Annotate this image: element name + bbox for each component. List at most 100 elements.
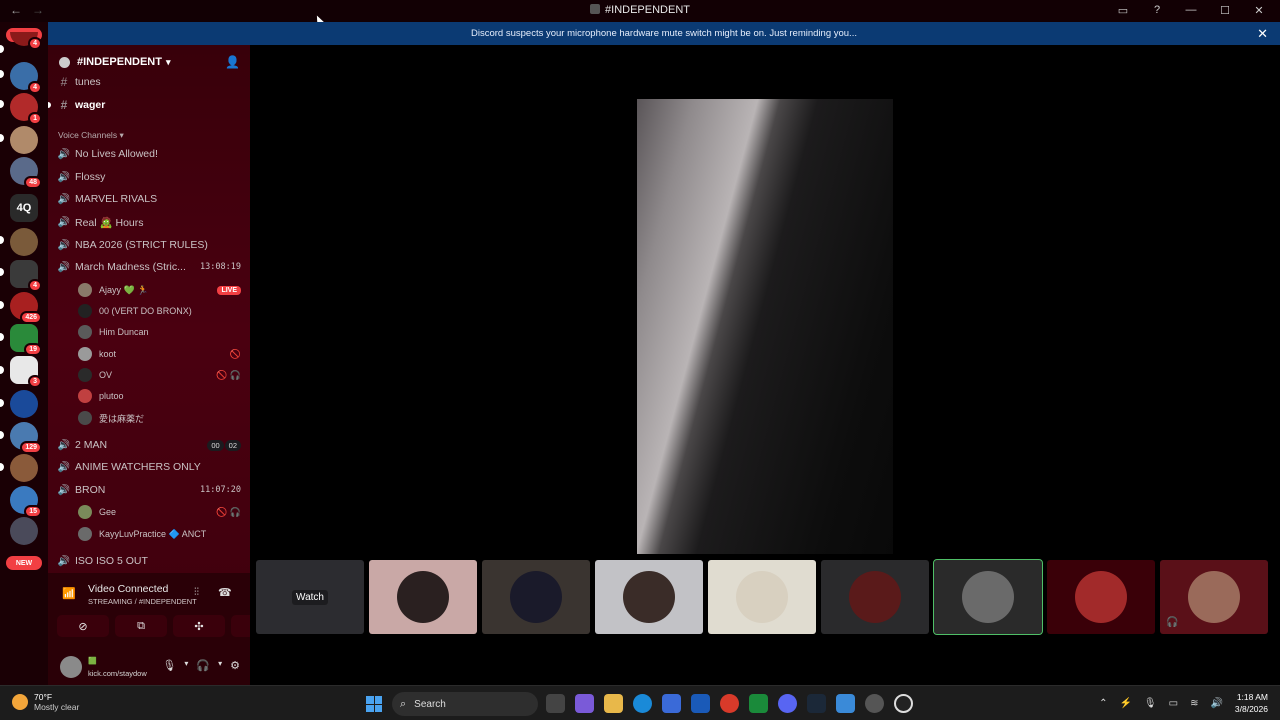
photos-icon[interactable] [836,694,855,713]
voice-user[interactable]: 愛は麻薬だ [78,408,243,428]
voice-channel[interactable]: 🔊 ANIME WATCHERS ONLY [57,457,243,477]
server-icon-8[interactable]: 426 [10,292,42,324]
voice-channel[interactable]: 🔊 NBA 2026 (STRICT RULES) [57,235,243,255]
avatar[interactable] [60,656,82,678]
participant-tile-watch[interactable]: Watch [256,560,364,634]
copilot-icon[interactable] [575,694,594,713]
camera-off-button[interactable]: ⊘ [57,615,109,637]
invite-people-icon[interactable]: 👤 [225,55,240,69]
voice-channel[interactable]: 🔊 No Lives Allowed! [57,144,243,164]
voice-user[interactable]: 00 (VERT DO BRONX) [78,301,243,321]
participant-tile[interactable] [708,560,816,634]
inbox-icon[interactable]: ▭ [1116,3,1130,17]
watch-button[interactable]: Watch [292,589,328,605]
speaker-icon: 🔊 [57,261,71,273]
microphone-icon[interactable]: 🎙 [1144,698,1157,709]
server-icon-9[interactable]: 19 [10,324,42,356]
server-icon-5[interactable]: 48 [10,157,42,189]
app-icon[interactable] [865,694,884,713]
disconnect-icon[interactable]: ☎ [218,586,232,599]
microphone-icon[interactable]: 🎙 [162,659,176,672]
voice-category-header[interactable]: Voice Channels ▾ [58,130,124,141]
server-icon-11[interactable] [10,390,38,418]
display-icon[interactable]: ▭ [1169,698,1178,709]
voice-user[interactable]: plutoo [78,386,243,406]
file-explorer-icon[interactable] [604,694,623,713]
voice-channel-bron[interactable]: 🔊 BRON 11:07:20 [57,480,243,500]
server-icon-2[interactable]: 4 [10,62,42,94]
channel-name: ISO ISO 5 OUT [75,555,148,567]
voice-user[interactable]: OV 🚫 🎧 [78,365,243,385]
server-icon-6[interactable] [10,228,38,256]
noise-suppression-icon[interactable]: ⫶⫶ [194,587,199,598]
new-unreads-pill-bottom[interactable]: NEW [6,556,42,570]
text-channel-tunes[interactable]: # tunes [57,72,243,92]
taskbar-search[interactable]: ⌕ Search [392,692,538,716]
participant-tile[interactable] [369,560,477,634]
muted-icon: 🚫 [229,348,241,359]
focused-video-stream[interactable] [637,99,893,554]
unread-pip [0,236,4,244]
task-view-icon[interactable] [546,694,565,713]
minimize-button[interactable]: — [1184,3,1198,17]
server-icon-10[interactable]: 3 [10,356,42,388]
server-icon-7[interactable]: 4 [10,260,42,292]
chevron-down-icon[interactable]: ▾ [184,659,188,672]
discord-icon[interactable] [778,694,797,713]
voice-channel-march-madness[interactable]: 🔊 March Madness (Stric... 13:08:19 [57,257,243,277]
voice-channel[interactable]: 🔊 Real 🧟 Hours [57,212,243,232]
server-icon-4q[interactable]: 4Q [10,194,38,222]
participant-tile[interactable] [1047,560,1155,634]
voice-channel[interactable]: 🔊 Flossy [57,167,243,187]
unread-pip [0,301,4,309]
server-icon-15[interactable] [10,517,38,545]
app-icon[interactable] [894,694,913,713]
chevron-down-icon: ▾ [165,56,171,67]
server-icon-4[interactable] [10,126,38,154]
participant-tile[interactable] [482,560,590,634]
wifi-icon[interactable]: ≋ [1190,698,1198,709]
volume-icon[interactable]: 🔊 [1210,698,1222,709]
weather-widget[interactable]: 70°F Mostly clear [12,692,79,712]
participant-tile-speaking[interactable] [933,559,1043,635]
outlook-icon[interactable] [691,694,710,713]
gear-icon[interactable]: ⚙ [230,659,240,672]
server-icon-3[interactable]: 1 [10,93,42,125]
app-icon[interactable] [749,694,768,713]
notice-close-button[interactable]: ✕ [1257,26,1268,42]
help-icon[interactable]: ? [1150,3,1164,17]
network-icon[interactable]: ⚡ [1119,698,1131,709]
voice-channel[interactable]: 🔊 ISO ISO 5 OUT [57,551,243,571]
server-icon-14[interactable]: 15 [10,486,42,518]
participant-tile[interactable] [821,560,929,634]
voice-user[interactable]: koot 🚫 [78,344,243,364]
chrome-icon[interactable] [720,694,739,713]
voice-channel-2-man[interactable]: 🔊 2 MAN 00 02 [57,435,243,455]
text-channel-wager[interactable]: # wager [57,95,243,115]
headphones-icon[interactable]: 🎧 [196,659,210,672]
voice-status[interactable]: Video Connected [88,583,168,595]
participant-tile[interactable]: 🎧 [1160,560,1268,634]
start-button[interactable] [366,696,382,712]
voice-user[interactable]: Him Duncan [78,322,243,342]
server-icon-13[interactable] [10,454,38,482]
voice-user[interactable]: KayyLuvPractice 🔷 ANCT [78,524,243,544]
store-icon[interactable] [662,694,681,713]
close-window-button[interactable]: ✕ [1252,3,1266,17]
signal-icon[interactable]: 📶 [62,587,76,600]
clock[interactable]: 1:18 AM 3/8/2026 [1235,691,1268,715]
activities-button[interactable]: ✣ [173,615,225,637]
mention-badge: 4 [28,37,42,50]
screen-share-button[interactable]: ⧉ [115,615,167,637]
voice-channel[interactable]: 🔊 MARVEL RIVALS [57,189,243,209]
steam-icon[interactable] [807,694,826,713]
chevron-down-icon[interactable]: ▾ [218,659,222,672]
participant-tile[interactable] [595,560,703,634]
maximize-button[interactable]: ☐ [1218,3,1232,17]
voice-user[interactable]: Gee 🚫 🎧 [78,502,243,522]
voice-user[interactable]: Ajayy 💚 🏃 LIVE [78,280,243,300]
server-icon-12[interactable]: 129 [10,422,42,454]
chevron-up-icon[interactable]: ⌃ [1099,698,1107,709]
server-icon-1[interactable]: 4 [10,32,42,50]
edge-icon[interactable] [633,694,652,713]
